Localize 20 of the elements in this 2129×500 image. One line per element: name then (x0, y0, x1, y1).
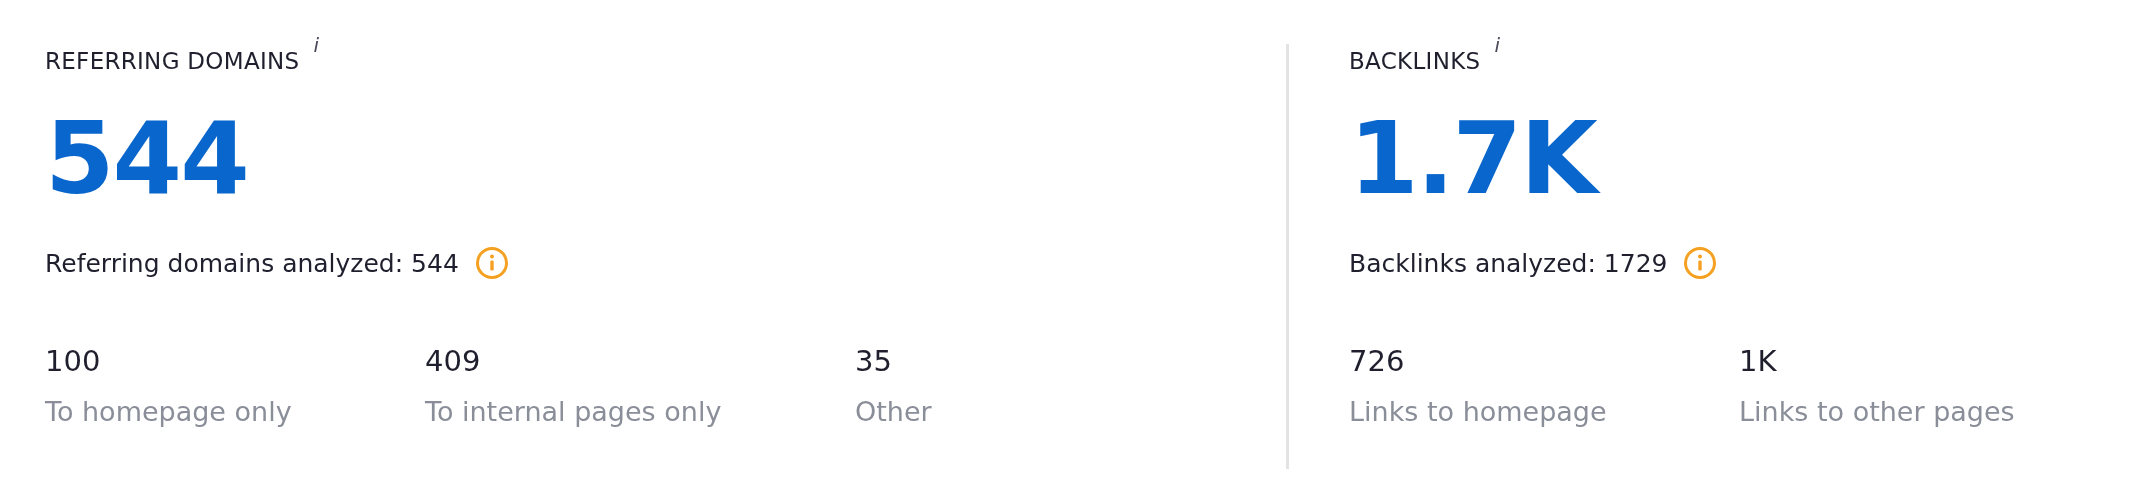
info-mark: i (313, 32, 320, 59)
section-title: REFERRING DOMAINS (45, 47, 300, 76)
analyzed-text: Backlinks analyzed: 1729 (1349, 247, 1668, 280)
info-mark: i (1494, 32, 1501, 59)
stat-label: To homepage only (45, 394, 293, 429)
stat-value: 35 (855, 343, 893, 380)
info-icon[interactable] (1683, 246, 1718, 281)
stat-value: 1K (1739, 343, 1778, 380)
stat-label: Links to homepage (1349, 394, 1608, 429)
stat-label: To internal pages only (425, 394, 723, 429)
stat-label: Other (855, 394, 933, 429)
info-icon[interactable] (474, 246, 509, 281)
stat-value: 409 (425, 343, 482, 380)
stat-value: 726 (1349, 343, 1406, 380)
total-value: 1.7K (1349, 108, 2129, 209)
total-value: 544 (45, 108, 249, 209)
stat-label: Links to other pages (1739, 394, 2016, 429)
stat-value: 100 (45, 343, 102, 380)
section-title: BACKLINKS (1349, 47, 1481, 76)
analyzed-text: Referring domains analyzed: 544 (45, 247, 459, 280)
